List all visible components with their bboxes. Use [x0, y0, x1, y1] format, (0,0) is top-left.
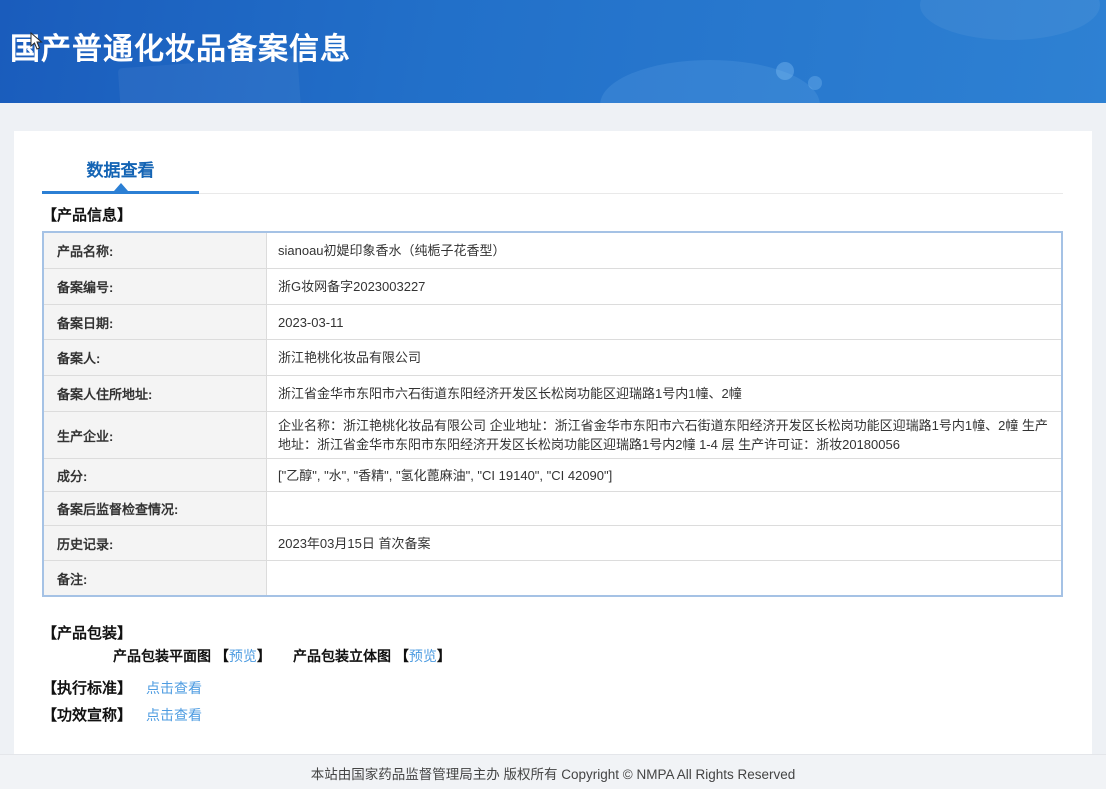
row-value: sianoau初媞印象香水（纯栀子花香型） — [278, 243, 506, 258]
packaging-stereo-item: 产品包装立体图 【预览】 — [293, 646, 451, 666]
bracket-close: 】 — [256, 648, 271, 664]
row-label: 生产企业: — [44, 412, 267, 458]
decorative-dot — [776, 62, 794, 80]
tab-arrow-indicator — [114, 183, 128, 191]
decorative-shape — [920, 0, 1100, 40]
table-row: 历史记录: 2023年03月15日 首次备案 — [44, 526, 1061, 561]
row-label: 备案人: — [44, 340, 267, 375]
row-label: 备案日期: — [44, 305, 267, 339]
table-row: 备案后监督检查情况: — [44, 492, 1061, 526]
row-value: 企业名称：浙江艳桃化妆品有限公司 企业地址：浙江省金华市东阳市六石街道东阳经济开… — [278, 418, 1048, 452]
footer: 本站由国家药品监督管理局主办 版权所有 Copyright © NMPA All… — [0, 754, 1106, 789]
section-title-product-packaging: 【产品包装】 — [42, 625, 133, 642]
table-row: 备案人住所地址: 浙江省金华市东阳市六石街道东阳经济开发区长松岗功能区迎瑞路1号… — [44, 376, 1061, 412]
bracket-open: 【 — [394, 648, 409, 664]
table-row: 备注: — [44, 561, 1061, 595]
table-row: 备案编号: 浙G妆网备字2023003227 — [44, 269, 1061, 305]
row-label: 备注: — [44, 561, 267, 595]
footer-copyright-text: 本站由国家药品监督管理局主办 版权所有 Copyright © NMPA All… — [310, 767, 796, 782]
row-value: 浙G妆网备字2023003227 — [278, 279, 426, 294]
row-value: ["乙醇", "水", "香精", "氢化蓖麻油", "CI 19140", "… — [278, 467, 613, 483]
row-label: 备案后监督检查情况: — [44, 492, 267, 525]
row-value: 浙江省金华市东阳市六石街道东阳经济开发区长松岗功能区迎瑞路1号内1幢、2幢 — [278, 386, 742, 401]
execution-standard-line: 【执行标准】 点击查看 — [42, 677, 202, 698]
packaging-flat-label: 产品包装平面图 — [113, 648, 211, 664]
header-banner: 国产普通化妆品备案信息 — [0, 0, 1106, 103]
table-row: 生产企业: 企业名称：浙江艳桃化妆品有限公司 企业地址：浙江省金华市东阳市六石街… — [44, 412, 1061, 459]
efficacy-claim-view-link[interactable]: 点击查看 — [146, 707, 202, 723]
row-value: 2023年03月15日 首次备案 — [278, 535, 431, 551]
row-label: 历史记录: — [44, 526, 267, 560]
packaging-flat-item: 产品包装平面图 【预览】 — [113, 646, 271, 666]
table-row: 备案日期: 2023-03-11 — [44, 305, 1061, 340]
mouse-cursor-icon — [30, 32, 43, 50]
section-title-execution-standard: 【执行标准】 — [42, 680, 133, 697]
packaging-stereo-label: 产品包装立体图 — [293, 648, 391, 664]
row-value: 2023-03-11 — [278, 314, 344, 330]
table-row: 备案人: 浙江艳桃化妆品有限公司 — [44, 340, 1061, 376]
section-title-product-info: 【产品信息】 — [42, 207, 133, 224]
row-label: 产品名称: — [44, 233, 267, 268]
section-title-efficacy-claim: 【功效宣称】 — [42, 707, 133, 724]
bracket-open: 【 — [214, 648, 229, 664]
page: 国产普通化妆品备案信息 数据查看 【产品信息】 产品名称: sianoau初媞印… — [0, 0, 1106, 789]
row-label: 备案编号: — [44, 269, 267, 304]
preview-flat-link[interactable]: 预览 — [229, 648, 257, 664]
efficacy-claim-line: 【功效宣称】 点击查看 — [42, 704, 202, 725]
preview-stereo-link[interactable]: 预览 — [409, 648, 437, 664]
row-value — [267, 492, 1061, 525]
page-title: 国产普通化妆品备案信息 — [10, 33, 351, 66]
tab-divider-line — [199, 193, 1063, 194]
row-value: 浙江艳桃化妆品有限公司 — [278, 350, 422, 365]
decorative-dot — [808, 76, 822, 90]
content-card: 数据查看 【产品信息】 产品名称: sianoau初媞印象香水（纯栀子花香型） … — [14, 131, 1092, 754]
bracket-close: 】 — [436, 648, 451, 664]
tab-active-underline — [42, 191, 199, 194]
table-row: 产品名称: sianoau初媞印象香水（纯栀子花香型） — [44, 233, 1061, 269]
product-info-table: 产品名称: sianoau初媞印象香水（纯栀子花香型） 备案编号: 浙G妆网备字… — [42, 231, 1063, 597]
execution-standard-view-link[interactable]: 点击查看 — [146, 680, 202, 696]
row-value — [267, 561, 1061, 595]
tab-data-view[interactable]: 数据查看 — [42, 156, 199, 181]
row-label: 备案人住所地址: — [44, 376, 267, 411]
row-label: 成分: — [44, 459, 267, 491]
table-row: 成分: ["乙醇", "水", "香精", "氢化蓖麻油", "CI 19140… — [44, 459, 1061, 492]
